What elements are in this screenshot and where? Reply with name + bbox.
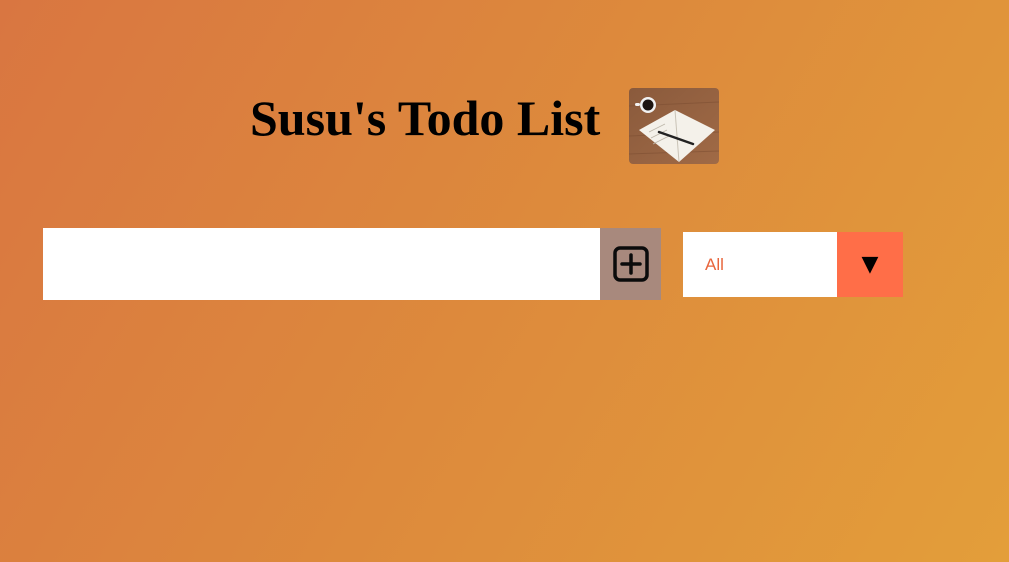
header: Susu's Todo List [0,86,1009,166]
notebook-coffee-photo-icon [629,88,719,164]
filter-selected-value: All [683,232,837,297]
filter-select[interactable]: All ▼ [683,232,903,297]
add-todo-button[interactable] [600,228,661,300]
todo-form [43,228,661,300]
todo-input[interactable] [43,228,600,300]
filter-dropdown-button[interactable]: ▼ [837,232,903,297]
page-title: Susu's Todo List [250,90,601,146]
caret-down-icon: ▼ [861,252,879,277]
plus-square-icon [612,246,649,282]
